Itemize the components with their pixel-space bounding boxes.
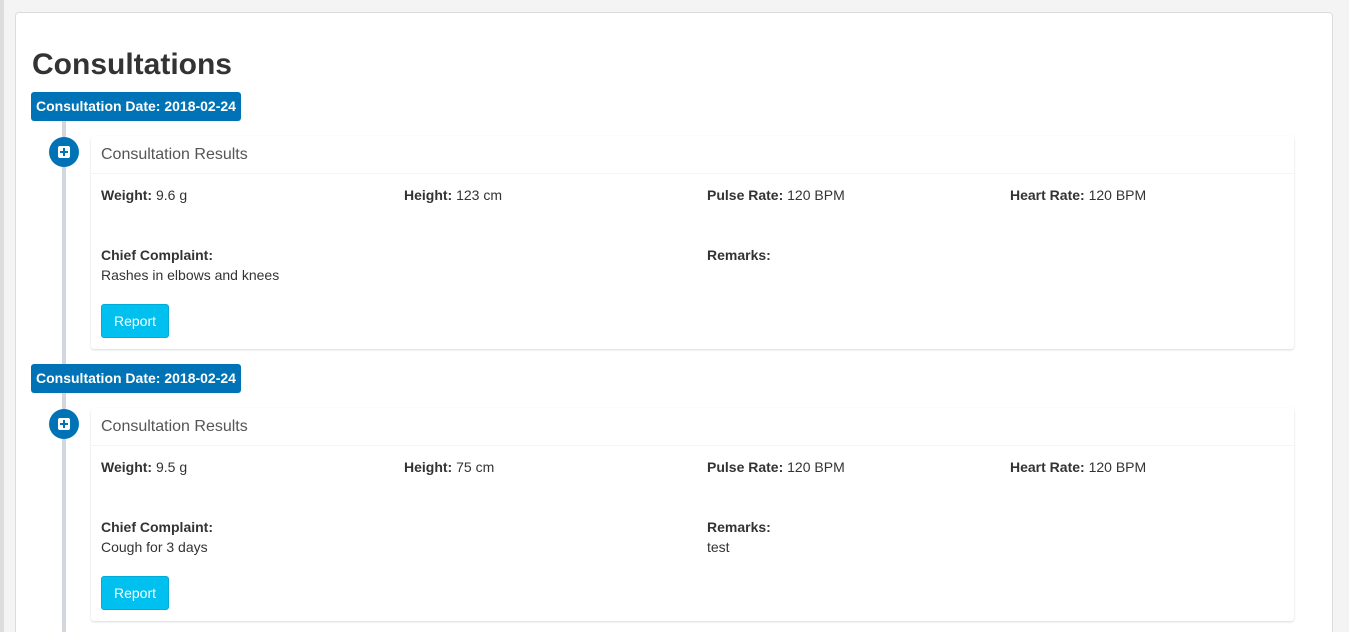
weight-field: Weight: 9.5 g bbox=[101, 458, 187, 476]
heart-rate-field: Heart Rate: 120 BPM bbox=[1010, 458, 1146, 476]
plus-icon-glyph bbox=[58, 418, 70, 430]
height-label: Height: bbox=[404, 187, 453, 203]
page: Consultations Consultation Date: 2018-02… bbox=[0, 0, 1349, 632]
height-field: Height: 123 cm bbox=[404, 186, 502, 204]
remarks-label: Remarks: bbox=[707, 519, 771, 535]
weight-label: Weight: bbox=[101, 459, 153, 475]
chief-complaint-value: Cough for 3 days bbox=[101, 539, 208, 555]
remarks-value: test bbox=[707, 539, 730, 555]
pulse-rate-value: 120 BPM bbox=[787, 459, 845, 475]
left-edge-strip bbox=[0, 0, 4, 632]
weight-value: 9.6 g bbox=[155, 187, 188, 203]
consultation-card: Consultation Results Weight: 9.5 g Heigh… bbox=[91, 408, 1294, 621]
consultations-panel: Consultations Consultation Date: 2018-02… bbox=[15, 12, 1333, 632]
consultation-results-header: Consultation Results bbox=[91, 136, 1294, 174]
weight-value: 9.5 g bbox=[155, 459, 188, 475]
plus-square-icon[interactable] bbox=[49, 137, 79, 167]
page-title: Consultations bbox=[32, 48, 232, 81]
remarks-label: Remarks: bbox=[707, 247, 771, 263]
height-value: 75 cm bbox=[456, 459, 495, 475]
height-field: Height: 75 cm bbox=[404, 458, 494, 476]
consultation-date-label: Consultation Date: 2018-02-24 bbox=[31, 92, 241, 121]
plus-icon-glyph bbox=[58, 146, 70, 158]
height-label: Height: bbox=[404, 459, 453, 475]
consultation-date-label: Consultation Date: 2018-02-24 bbox=[31, 364, 241, 393]
report-button[interactable]: Report bbox=[101, 576, 169, 610]
heart-rate-label: Heart Rate: bbox=[1010, 459, 1085, 475]
pulse-rate-field: Pulse Rate: 120 BPM bbox=[707, 458, 845, 476]
chief-complaint-label: Chief Complaint: bbox=[101, 519, 213, 535]
pulse-rate-field: Pulse Rate: 120 BPM bbox=[707, 186, 845, 204]
pulse-rate-label: Pulse Rate: bbox=[707, 459, 784, 475]
heart-rate-field: Heart Rate: 120 BPM bbox=[1010, 186, 1146, 204]
consultation-results-header: Consultation Results bbox=[91, 408, 1294, 446]
pulse-rate-label: Pulse Rate: bbox=[707, 187, 784, 203]
weight-field: Weight: 9.6 g bbox=[101, 186, 187, 204]
report-button[interactable]: Report bbox=[101, 304, 169, 338]
chief-complaint-label: Chief Complaint: bbox=[101, 247, 213, 263]
heart-rate-value: 120 BPM bbox=[1088, 459, 1147, 475]
chief-complaint-value: Rashes in elbows and knees bbox=[101, 267, 280, 283]
heart-rate-value: 120 BPM bbox=[1088, 187, 1147, 203]
heart-rate-label: Heart Rate: bbox=[1010, 187, 1085, 203]
weight-label: Weight: bbox=[101, 187, 153, 203]
consultation-card: Consultation Results Weight: 9.6 g Heigh… bbox=[91, 136, 1294, 349]
height-value: 123 cm bbox=[456, 187, 503, 203]
pulse-rate-value: 120 BPM bbox=[787, 187, 845, 203]
plus-square-icon[interactable] bbox=[49, 409, 79, 439]
